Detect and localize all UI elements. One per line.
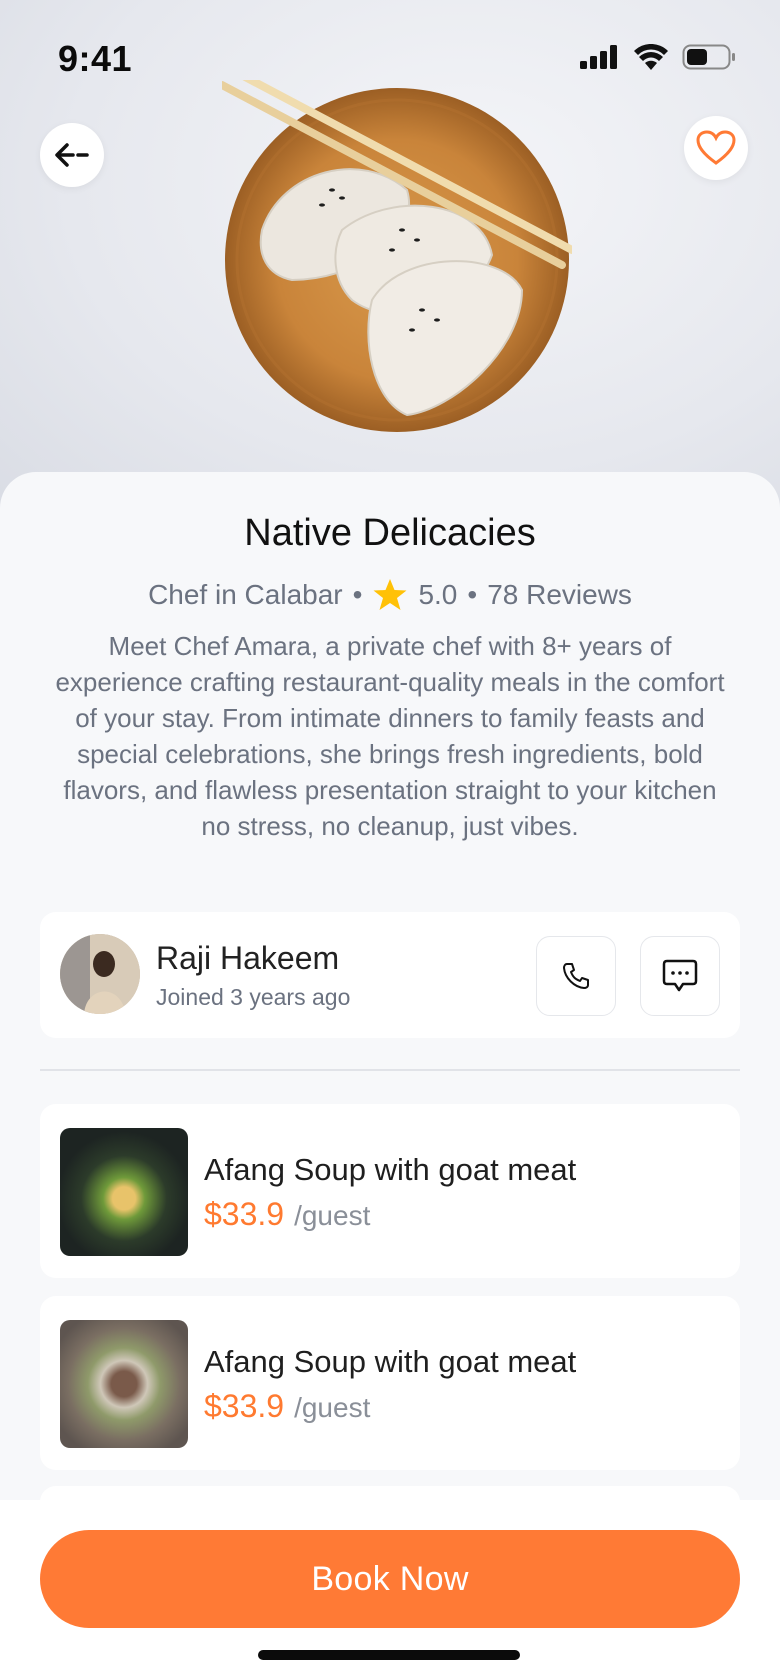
section-divider [40, 1069, 740, 1071]
avatar-photo [60, 934, 140, 1014]
menu-item-name: Afang Soup with goat meat [204, 1344, 577, 1379]
chef-card[interactable]: Raji Hakeem Joined 3 years ago [40, 912, 740, 1038]
heart-icon [696, 130, 736, 165]
call-button[interactable] [536, 936, 616, 1016]
menu-item-image [60, 1128, 188, 1256]
chat-bubble-icon [662, 959, 698, 992]
meta-separator-2: • [467, 579, 478, 610]
menu-item[interactable]: Afang Soup with goat meat $33.9 /guest [40, 1104, 740, 1278]
review-count: 78 Reviews [487, 579, 632, 610]
meta-separator: • [352, 579, 363, 610]
wifi-icon [634, 44, 668, 70]
menu-item-unit: /guest [294, 1392, 371, 1423]
menu-item[interactable]: Afang Soup with goat meat $33.9 /guest [40, 1296, 740, 1470]
menu-item-name: Afang Soup with goat meat [204, 1152, 577, 1187]
back-button[interactable] [40, 123, 104, 187]
home-indicator [258, 1650, 520, 1660]
chef-joined: Joined 3 years ago [156, 984, 351, 1010]
chef-location: Chef in Calabar [148, 579, 343, 610]
status-time: 9:41 [58, 38, 133, 79]
battery-icon [682, 44, 735, 70]
chat-button[interactable] [640, 936, 720, 1016]
chef-meta: Chef in Calabar • 5.0 • 78 Reviews [0, 578, 780, 612]
dumplings-plate-image [222, 80, 572, 432]
star-icon [373, 579, 407, 610]
menu-item-image [60, 1320, 188, 1448]
chef-description: Meet Chef Amara, a private chef with 8+ … [55, 631, 725, 841]
phone-icon [563, 963, 589, 989]
menu-item-price-row: $33.9 /guest [204, 1196, 370, 1233]
status-icons [580, 44, 736, 70]
status-bar: 9:41 [0, 0, 780, 120]
avatar [60, 934, 140, 1014]
menu-item-unit: /guest [294, 1200, 371, 1231]
menu-item-price: $33.9 [204, 1388, 285, 1424]
page-title: Native Delicacies [244, 512, 536, 554]
menu-item-price: $33.9 [204, 1196, 285, 1232]
signal-icon [580, 45, 617, 69]
book-now-button[interactable]: Book Now [40, 1530, 740, 1628]
favorite-button[interactable] [684, 116, 748, 180]
rating-value: 5.0 [418, 579, 458, 610]
menu-item-price-row: $33.9 /guest [204, 1388, 370, 1425]
arrow-left-icon [55, 143, 89, 167]
chef-name: Raji Hakeem [156, 940, 340, 976]
